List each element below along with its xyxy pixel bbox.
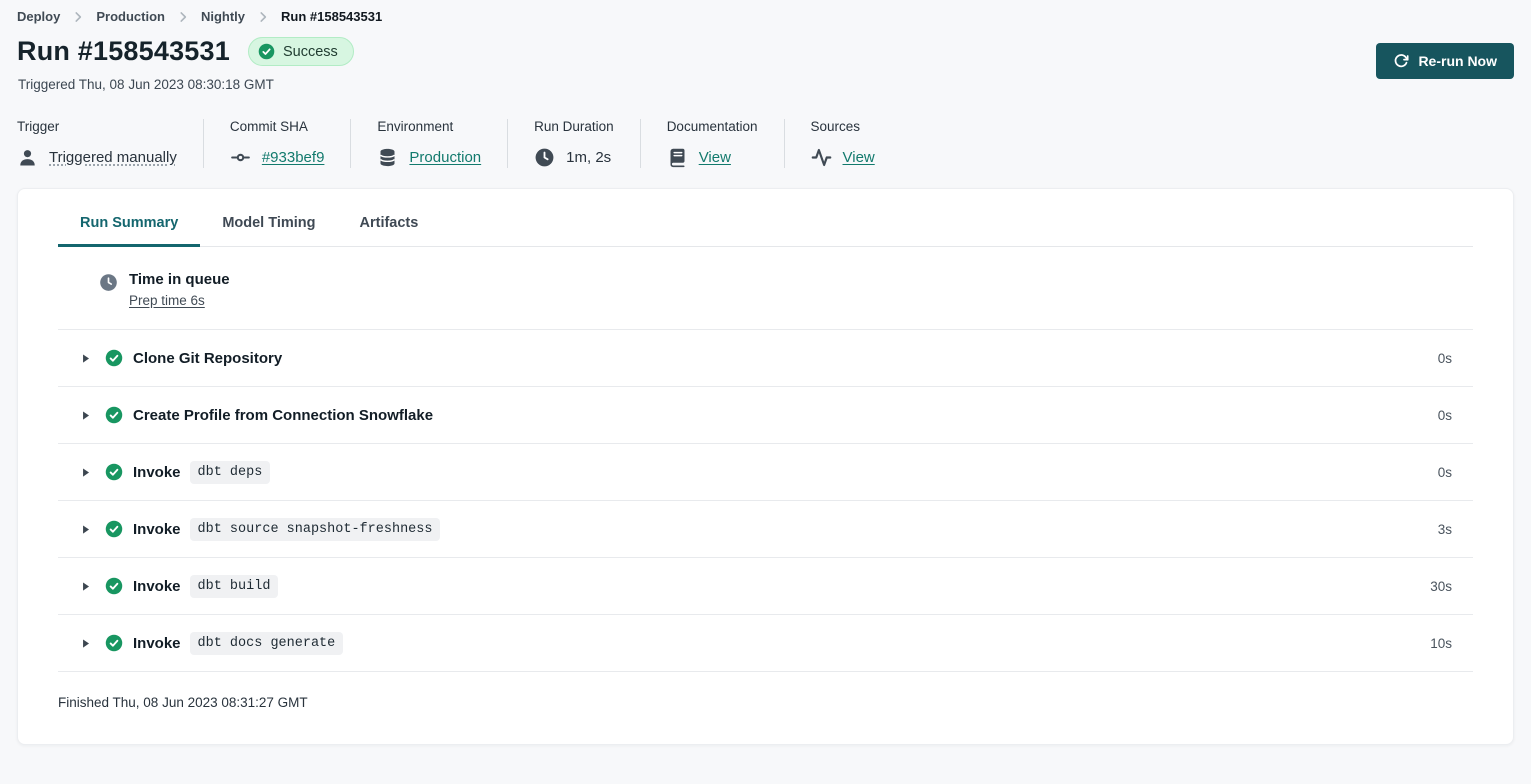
meta-sources: Sources View	[785, 119, 901, 168]
check-circle-icon	[105, 406, 123, 424]
step-duration: 30s	[1430, 579, 1452, 594]
rerun-now-label: Re-run Now	[1418, 53, 1497, 69]
step-row-dbt-build: Invoke dbt build 30s	[58, 558, 1473, 615]
meta-environment-label: Environment	[377, 119, 481, 134]
step-duration: 10s	[1430, 636, 1452, 651]
step-label: Create Profile from Connection Snowflake	[133, 407, 433, 424]
step-row-dbt-source-freshness: Invoke dbt source snapshot-freshness 3s	[58, 501, 1473, 558]
expand-step-button[interactable]	[79, 523, 92, 536]
expand-step-button[interactable]	[79, 580, 92, 593]
commit-sha-link[interactable]: #933bef9	[262, 149, 325, 166]
environment-link[interactable]: Production	[409, 149, 481, 166]
status-badge-label: Success	[283, 44, 338, 60]
breadcrumb: Deploy Production Nightly Run #158543531	[0, 0, 1531, 24]
check-circle-icon	[105, 349, 123, 367]
step-label: Clone Git Repository	[133, 350, 282, 367]
person-icon	[17, 147, 38, 168]
meta-documentation-label: Documentation	[667, 119, 758, 134]
step-row-create-profile: Create Profile from Connection Snowflake…	[58, 387, 1473, 444]
meta-run-duration: Run Duration 1m, 2s	[508, 119, 641, 168]
step-duration: 0s	[1438, 408, 1452, 423]
clock-icon	[99, 273, 118, 292]
chevron-right-icon	[256, 10, 270, 24]
time-in-queue-row: Time in queue Prep time 6s	[58, 247, 1473, 330]
caret-right-icon	[79, 580, 92, 593]
finished-timestamp: Finished Thu, 08 Jun 2023 08:31:27 GMT	[58, 672, 1473, 710]
caret-right-icon	[79, 352, 92, 365]
breadcrumb-item-nightly[interactable]: Nightly	[201, 9, 245, 24]
step-row-clone-git: Clone Git Repository 0s	[58, 330, 1473, 387]
caret-right-icon	[79, 637, 92, 650]
check-circle-icon	[105, 577, 123, 595]
page-title: Run #158543531	[17, 36, 230, 67]
meta-trigger-label: Trigger	[17, 119, 177, 134]
time-in-queue-title: Time in queue	[129, 271, 230, 288]
sources-view-link[interactable]: View	[843, 149, 875, 166]
step-command: dbt deps	[190, 461, 271, 484]
meta-documentation: Documentation View	[641, 119, 785, 168]
rerun-now-button[interactable]: Re-run Now	[1376, 43, 1514, 79]
prep-time-link[interactable]: Prep time 6s	[129, 293, 205, 308]
meta-commit-sha: Commit SHA #933bef9	[204, 119, 352, 168]
trigger-value: Triggered manually	[49, 149, 177, 166]
expand-step-button[interactable]	[79, 637, 92, 650]
expand-step-button[interactable]	[79, 352, 92, 365]
step-command: dbt source snapshot-freshness	[190, 518, 441, 541]
step-label: Invoke	[133, 578, 181, 595]
step-row-dbt-docs-generate: Invoke dbt docs generate 10s	[58, 615, 1473, 672]
tab-artifacts[interactable]: Artifacts	[338, 213, 441, 247]
run-summary-card: Run Summary Model Timing Artifacts Time …	[17, 188, 1514, 745]
database-icon	[377, 147, 398, 168]
tab-run-summary[interactable]: Run Summary	[58, 213, 200, 247]
clock-icon	[534, 147, 555, 168]
meta-trigger: Trigger Triggered manually	[17, 119, 204, 168]
expand-step-button[interactable]	[79, 409, 92, 422]
check-circle-icon	[105, 520, 123, 538]
meta-run-duration-label: Run Duration	[534, 119, 614, 134]
tab-bar: Run Summary Model Timing Artifacts	[58, 189, 1473, 247]
step-duration: 3s	[1438, 522, 1452, 537]
commit-icon	[230, 147, 251, 168]
run-duration-value: 1m, 2s	[566, 149, 611, 166]
page-header: Run #158543531 Success Triggered Thu, 08…	[17, 36, 1514, 92]
chevron-right-icon	[71, 10, 85, 24]
step-duration: 0s	[1438, 351, 1452, 366]
breadcrumb-item-production[interactable]: Production	[96, 9, 165, 24]
status-badge: Success	[248, 37, 354, 66]
tab-model-timing[interactable]: Model Timing	[200, 213, 337, 247]
step-row-dbt-deps: Invoke dbt deps 0s	[58, 444, 1473, 501]
breadcrumb-item-deploy[interactable]: Deploy	[17, 9, 60, 24]
check-circle-icon	[105, 463, 123, 481]
step-label: Invoke	[133, 521, 181, 538]
step-list: Clone Git Repository 0s Create Profile f…	[58, 330, 1473, 672]
triggered-timestamp: Triggered Thu, 08 Jun 2023 08:30:18 GMT	[18, 77, 354, 92]
step-command: dbt docs generate	[190, 632, 344, 655]
caret-right-icon	[79, 409, 92, 422]
book-icon	[667, 147, 688, 168]
meta-commit-sha-label: Commit SHA	[230, 119, 325, 134]
caret-right-icon	[79, 523, 92, 536]
refresh-icon	[1393, 53, 1409, 69]
check-circle-icon	[105, 634, 123, 652]
meta-environment: Environment Production	[351, 119, 508, 168]
step-duration: 0s	[1438, 465, 1452, 480]
documentation-view-link[interactable]: View	[699, 149, 731, 166]
step-label: Invoke	[133, 464, 181, 481]
chevron-right-icon	[176, 10, 190, 24]
pulse-icon	[811, 147, 832, 168]
caret-right-icon	[79, 466, 92, 479]
run-metadata-row: Trigger Triggered manually Commit SHA #9…	[17, 119, 1514, 168]
meta-sources-label: Sources	[811, 119, 875, 134]
step-command: dbt build	[190, 575, 279, 598]
check-circle-icon	[258, 43, 275, 60]
breadcrumb-item-current-run: Run #158543531	[281, 9, 382, 24]
expand-step-button[interactable]	[79, 466, 92, 479]
step-label: Invoke	[133, 635, 181, 652]
